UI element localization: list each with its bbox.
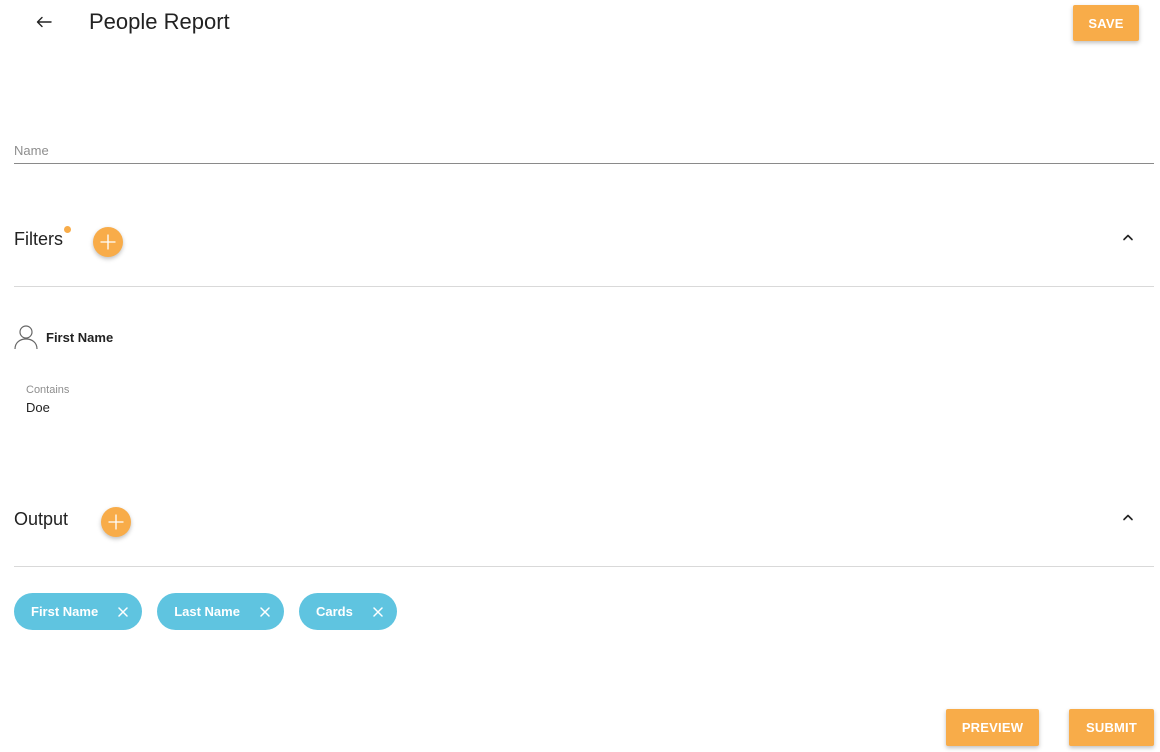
- chip-remove-button[interactable]: [116, 605, 130, 619]
- chip-remove-button[interactable]: [371, 605, 385, 619]
- plus-icon: [100, 234, 116, 250]
- chip-label: Last Name: [174, 604, 240, 619]
- chevron-up-icon: [1123, 234, 1133, 241]
- chevron-up-icon: [1123, 514, 1133, 521]
- output-collapse-button[interactable]: [1118, 507, 1138, 527]
- arrow-left-icon: [36, 16, 52, 28]
- name-input[interactable]: [14, 128, 1154, 163]
- name-field: [14, 128, 1154, 164]
- filter-condition-value[interactable]: Doe: [26, 400, 50, 415]
- preview-button[interactable]: PREVIEW: [946, 709, 1039, 746]
- filters-title: Filters: [14, 229, 63, 249]
- plus-icon: [108, 514, 124, 530]
- add-output-button[interactable]: [101, 507, 131, 537]
- close-icon: [118, 606, 128, 617]
- filters-collapse-button[interactable]: [1118, 227, 1138, 247]
- person-icon: [14, 324, 38, 350]
- filter-field-name[interactable]: First Name: [46, 330, 113, 345]
- chip-label: First Name: [31, 604, 99, 619]
- back-button[interactable]: [30, 8, 58, 36]
- chip-remove-button[interactable]: [258, 605, 272, 619]
- page-title: People Report: [89, 9, 230, 34]
- output-chip-last-name[interactable]: Last Name: [157, 593, 284, 630]
- output-divider: [14, 566, 1154, 567]
- filters-indicator-dot: [64, 226, 71, 233]
- submit-button[interactable]: SUBMIT: [1069, 709, 1154, 746]
- chip-label: Cards: [315, 604, 353, 619]
- output-chip-list: First Name Last Name Cards: [14, 593, 397, 630]
- output-title: Output: [14, 509, 69, 529]
- close-icon: [373, 606, 383, 617]
- report-editor-page: People Report SAVE Filters First Name Co…: [0, 0, 1160, 752]
- output-chip-cards[interactable]: Cards: [298, 593, 397, 630]
- filter-condition-label: Contains: [26, 384, 70, 396]
- add-filter-button[interactable]: [93, 227, 123, 257]
- close-icon: [260, 606, 270, 617]
- save-button[interactable]: SAVE: [1073, 5, 1139, 41]
- filters-divider: [14, 286, 1154, 287]
- output-chip-first-name[interactable]: First Name: [14, 593, 143, 630]
